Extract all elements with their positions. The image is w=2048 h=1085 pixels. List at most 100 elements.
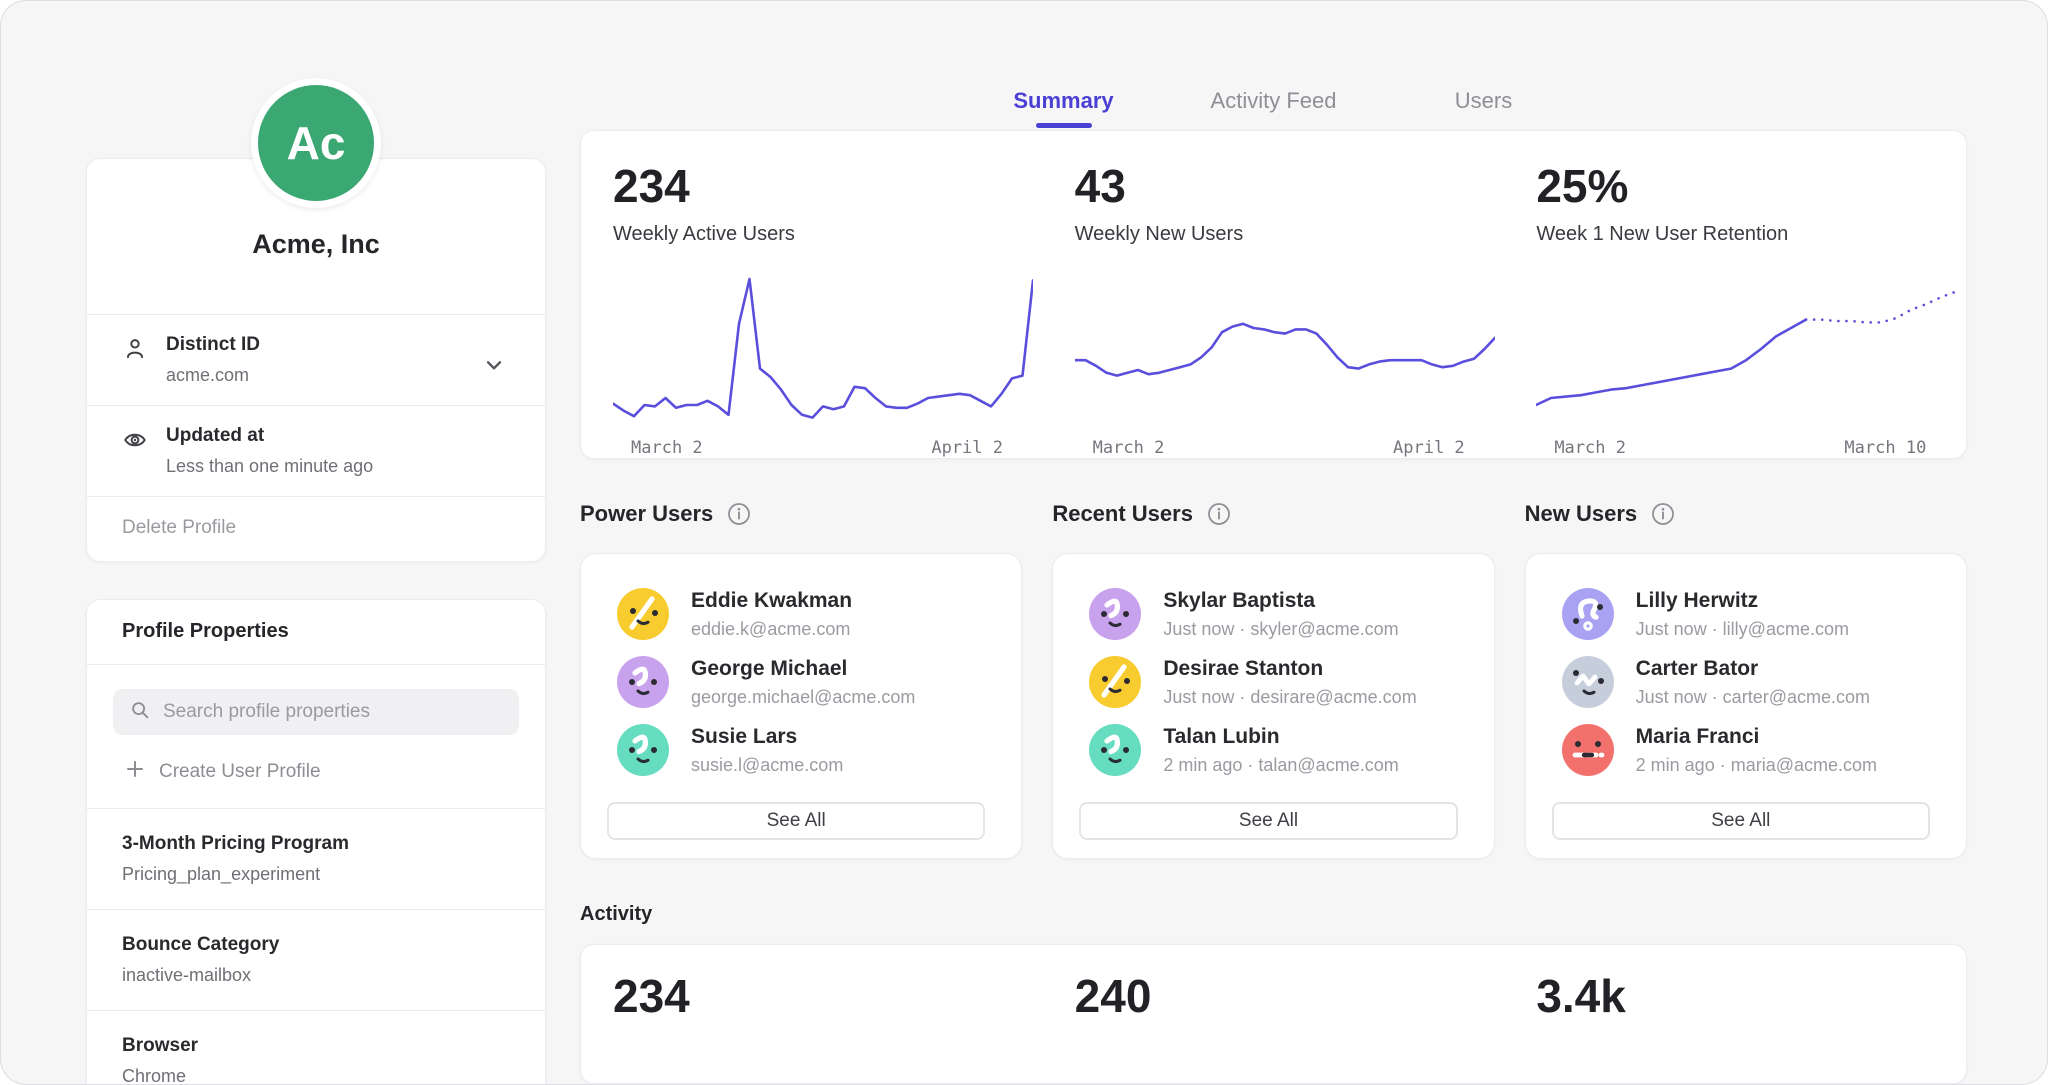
- property-name: Bounce Category: [122, 934, 510, 956]
- user-name: Skylar Baptista: [1163, 589, 1398, 613]
- distinct-id-value: acme.com: [166, 365, 260, 386]
- user-detail: Just now · carter@acme.com: [1636, 687, 1870, 708]
- user-list-item[interactable]: Desirae Stanton Just now · desirare@acme…: [1089, 656, 1467, 708]
- user-list-item[interactable]: Lilly Herwitz Just now · lilly@acme.com: [1562, 588, 1940, 640]
- user-name: Lilly Herwitz: [1636, 589, 1849, 613]
- user-avatar: [1562, 588, 1614, 640]
- power-users-card: Eddie Kwakman eddie.k@acme.com George Mi…: [580, 553, 1022, 859]
- x-tick-end: March 10: [1844, 438, 1926, 458]
- user-avatar: [617, 724, 669, 776]
- user-detail: 2 min ago · maria@acme.com: [1636, 755, 1877, 776]
- activity-stat-value: 240: [1075, 971, 1505, 1021]
- x-tick-start: March 2: [1093, 438, 1165, 458]
- weekly-active-users-sparkline: [613, 274, 1033, 424]
- search-input[interactable]: [163, 701, 503, 723]
- recent-users-title: Recent Users: [1052, 501, 1193, 527]
- stat-value: 25%: [1536, 161, 1966, 211]
- updated-at-label: Updated at: [166, 425, 373, 447]
- stat-label: Weekly New Users: [1075, 223, 1505, 246]
- property-value: inactive-mailbox: [122, 965, 510, 986]
- profile-properties-search[interactable]: [113, 689, 519, 735]
- weekly-new-users-stat: 43 Weekly New Users March 2 April 2: [1043, 131, 1505, 458]
- see-all-button[interactable]: See All: [1079, 802, 1457, 840]
- user-list-item[interactable]: George Michael george.michael@acme.com: [617, 656, 995, 708]
- user-name: Susie Lars: [691, 725, 843, 749]
- property-value: Pricing_plan_experiment: [122, 864, 510, 885]
- user-avatar: [617, 588, 669, 640]
- info-icon[interactable]: [1650, 501, 1676, 527]
- tab-bar: Summary Activity Feed Users: [580, 1, 1967, 130]
- property-name: 3-Month Pricing Program: [122, 833, 510, 855]
- user-name: Carter Bator: [1636, 657, 1870, 681]
- x-tick-start: March 2: [631, 438, 703, 458]
- user-list-item[interactable]: Skylar Baptista Just now · skyler@acme.c…: [1089, 588, 1467, 640]
- user-detail: eddie.k@acme.com: [691, 619, 852, 640]
- info-icon[interactable]: [726, 501, 752, 527]
- profile-properties-title: Profile Properties: [122, 620, 289, 642]
- eye-icon: [122, 427, 148, 458]
- summary-stats-card: 234 Weekly Active Users March 2 April 2 …: [580, 130, 1967, 459]
- weekly-active-users-stat: 234 Weekly Active Users March 2 April 2: [581, 131, 1043, 458]
- stat-label: Weekly Active Users: [613, 223, 1043, 246]
- tab-users[interactable]: Users: [1379, 88, 1589, 128]
- stat-value: 43: [1075, 161, 1505, 211]
- activity-stat-value: 234: [613, 971, 1043, 1021]
- user-avatar: [1089, 656, 1141, 708]
- user-avatar: [617, 656, 669, 708]
- see-all-button[interactable]: See All: [1552, 802, 1930, 840]
- user-detail: Just now · skyler@acme.com: [1163, 619, 1398, 640]
- weekly-new-users-sparkline: [1075, 274, 1495, 424]
- create-user-profile-button[interactable]: Create User Profile: [125, 759, 519, 784]
- company-name: Acme, Inc: [107, 229, 525, 260]
- see-all-button[interactable]: See All: [607, 802, 985, 840]
- recent-users-card: Skylar Baptista Just now · skyler@acme.c…: [1052, 553, 1494, 859]
- user-avatar: [1562, 724, 1614, 776]
- search-icon: [129, 699, 151, 726]
- person-icon: [122, 336, 148, 367]
- org-avatar-initials: Ac: [287, 116, 346, 170]
- user-avatar: [1089, 588, 1141, 640]
- distinct-id-label: Distinct ID: [166, 334, 260, 356]
- new-users-card: Lilly Herwitz Just now · lilly@acme.com …: [1525, 553, 1967, 859]
- user-detail: Just now · lilly@acme.com: [1636, 619, 1849, 640]
- retention-sparkline: [1536, 274, 1956, 424]
- property-value: Chrome: [122, 1066, 510, 1085]
- tab-summary[interactable]: Summary: [959, 88, 1169, 128]
- delete-profile-button[interactable]: Delete Profile: [122, 517, 236, 538]
- user-name: Eddie Kwakman: [691, 589, 852, 613]
- updated-at-row: Updated at Less than one minute ago: [87, 406, 545, 496]
- new-users-title: New Users: [1525, 501, 1638, 527]
- activity-stat-value: 3.4k: [1536, 971, 1966, 1021]
- profile-properties-card: Profile Properties: [86, 599, 546, 1085]
- chevron-down-icon[interactable]: [481, 352, 507, 383]
- user-name: George Michael: [691, 657, 915, 681]
- user-name: Maria Franci: [1636, 725, 1877, 749]
- user-list-item[interactable]: Carter Bator Just now · carter@acme.com: [1562, 656, 1940, 708]
- user-name: Desirae Stanton: [1163, 657, 1416, 681]
- user-list-item[interactable]: Susie Lars susie.l@acme.com: [617, 724, 995, 776]
- activity-card: 234 240 3.4k: [580, 944, 1967, 1084]
- x-tick-start: March 2: [1554, 438, 1626, 458]
- user-detail: 2 min ago · talan@acme.com: [1163, 755, 1398, 776]
- user-cards-row: Eddie Kwakman eddie.k@acme.com George Mi…: [580, 553, 1967, 859]
- user-avatar: [1562, 656, 1614, 708]
- user-list-item[interactable]: Talan Lubin 2 min ago · talan@acme.com: [1089, 724, 1467, 776]
- property-row: Bounce Category inactive-mailbox: [87, 910, 545, 1010]
- updated-at-value: Less than one minute ago: [166, 456, 373, 477]
- plus-icon: [125, 759, 145, 784]
- user-list-item[interactable]: Eddie Kwakman eddie.k@acme.com: [617, 588, 995, 640]
- stat-value: 234: [613, 161, 1043, 211]
- profile-dashboard-window: Ac Acme, Inc Distinct ID acme.com: [0, 0, 2048, 1085]
- tab-activity-feed[interactable]: Activity Feed: [1169, 88, 1379, 128]
- user-name: Talan Lubin: [1163, 725, 1398, 749]
- power-users-title: Power Users: [580, 501, 713, 527]
- info-icon[interactable]: [1206, 501, 1232, 527]
- user-detail: Just now · desirare@acme.com: [1163, 687, 1416, 708]
- user-detail: george.michael@acme.com: [691, 687, 915, 708]
- main-content: Summary Activity Feed Users 234 Weekly A…: [580, 1, 1967, 1084]
- x-tick-end: April 2: [1393, 438, 1465, 458]
- distinct-id-row[interactable]: Distinct ID acme.com: [87, 315, 545, 405]
- stat-label: Week 1 New User Retention: [1536, 223, 1966, 246]
- user-detail: susie.l@acme.com: [691, 755, 843, 776]
- user-list-item[interactable]: Maria Franci 2 min ago · maria@acme.com: [1562, 724, 1940, 776]
